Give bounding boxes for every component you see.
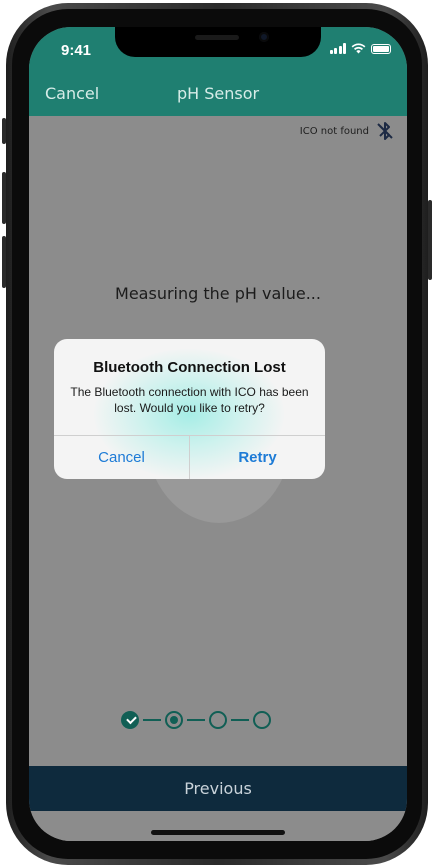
- step-connector: [143, 719, 161, 721]
- measuring-text: Measuring the pH value...: [115, 284, 321, 303]
- front-camera: [259, 32, 269, 42]
- device-status-label: ICO not found: [299, 126, 369, 137]
- cellular-signal-icon: [329, 43, 346, 54]
- status-time: 9:41: [61, 42, 92, 59]
- speaker-grille: [195, 35, 239, 40]
- step-2-current: [165, 711, 183, 729]
- step-4-pending: [253, 711, 271, 729]
- wifi-icon: [351, 43, 366, 54]
- status-icons: [329, 43, 391, 54]
- notch: [115, 27, 321, 57]
- alert-message: The Bluetooth connection with ICO has be…: [70, 385, 309, 415]
- power-button: [428, 200, 432, 280]
- step-3-pending: [209, 711, 227, 729]
- bluetooth-disconnected-icon: [377, 122, 393, 140]
- phone-device: 9:41 Cancel pH Sensor ICO not found Meas…: [0, 0, 434, 868]
- app-header: 9:41 Cancel pH Sensor: [29, 27, 407, 116]
- page-title: pH Sensor: [176, 84, 260, 103]
- checkmark-icon: [126, 713, 137, 725]
- battery-icon: [371, 44, 391, 54]
- bluetooth-lost-alert: Bluetooth Connection Lost The Bluetooth …: [54, 339, 325, 479]
- footer-bar: Previous: [29, 766, 407, 811]
- step-connector: [231, 719, 249, 721]
- previous-button[interactable]: Previous: [29, 766, 407, 811]
- alert-title: Bluetooth Connection Lost: [93, 359, 286, 376]
- home-indicator[interactable]: [151, 830, 285, 835]
- alert-cancel-button[interactable]: Cancel: [54, 436, 189, 479]
- bottom-safe-area: [29, 811, 407, 841]
- step-connector: [187, 719, 205, 721]
- progress-stepper: [121, 711, 271, 729]
- alert-retry-button[interactable]: Retry: [190, 436, 325, 479]
- step-1-completed: [121, 711, 139, 729]
